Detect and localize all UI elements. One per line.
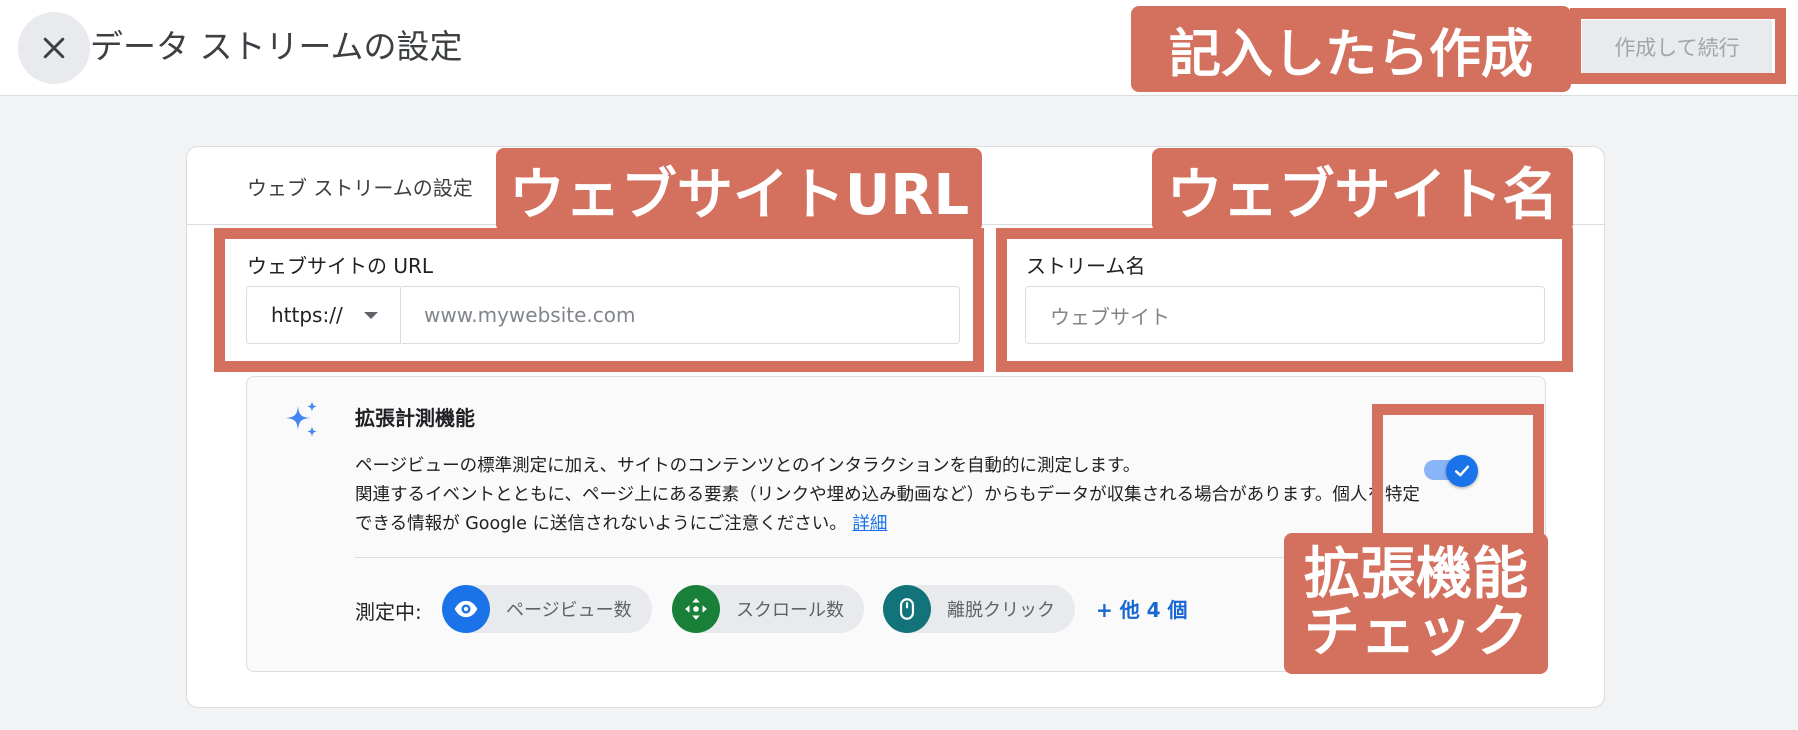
description-line-2: 関連するイベントとともに、ページ上にある要素（リンクや埋め込み動画など）からもデ… — [355, 485, 1420, 534]
chip-page-views[interactable]: ページビュー数 — [442, 585, 652, 633]
chip-scrolls[interactable]: スクロール数 — [672, 585, 864, 633]
annotation-create-label: 記入したら作成 — [1131, 6, 1571, 92]
annotation-enhanced-label: 拡張機能 チェック — [1284, 533, 1548, 674]
annotation-url-box — [214, 228, 984, 372]
measuring-label: 測定中: — [355, 600, 422, 624]
learn-more-link[interactable]: 詳細 — [852, 514, 887, 534]
more-events-link[interactable]: + 他 4 個 — [1096, 594, 1188, 623]
eye-icon — [442, 585, 490, 633]
chip-label: ページビュー数 — [506, 600, 632, 621]
annotation-toggle-box — [1372, 404, 1544, 544]
enhanced-measurement-title: 拡張計測機能 — [355, 406, 475, 430]
annotation-name-box — [996, 228, 1573, 372]
chip-label: 離脱クリック — [947, 600, 1055, 621]
section-divider — [355, 557, 1436, 558]
mouse-icon — [883, 585, 931, 633]
description-line-1: ページビューの標準測定に加え、サイトのコンテンツとのインタラクションを自動的に測… — [355, 456, 1141, 476]
scroll-arrows-icon — [672, 585, 720, 633]
close-button[interactable] — [18, 12, 90, 84]
card-title: ウェブ ストリームの設定 — [247, 176, 473, 200]
enhanced-measurement-description: ページビューの標準測定に加え、サイトのコンテンツとのインタラクションを自動的に測… — [355, 452, 1435, 539]
page-title: データ ストリームの設定 — [90, 27, 463, 66]
sparkle-icon — [282, 400, 322, 444]
chip-label: スクロール数 — [736, 600, 844, 621]
annotation-create-box — [1570, 8, 1786, 84]
annotation-enhanced-line-2: チェック — [1304, 599, 1528, 665]
chip-outbound-clicks[interactable]: 離脱クリック — [883, 585, 1075, 633]
annotation-url-label: ウェブサイトURL — [496, 148, 982, 232]
annotation-name-label: ウェブサイト名 — [1152, 148, 1573, 232]
annotation-enhanced-line-1: 拡張機能 — [1304, 541, 1528, 607]
close-icon — [43, 37, 65, 59]
